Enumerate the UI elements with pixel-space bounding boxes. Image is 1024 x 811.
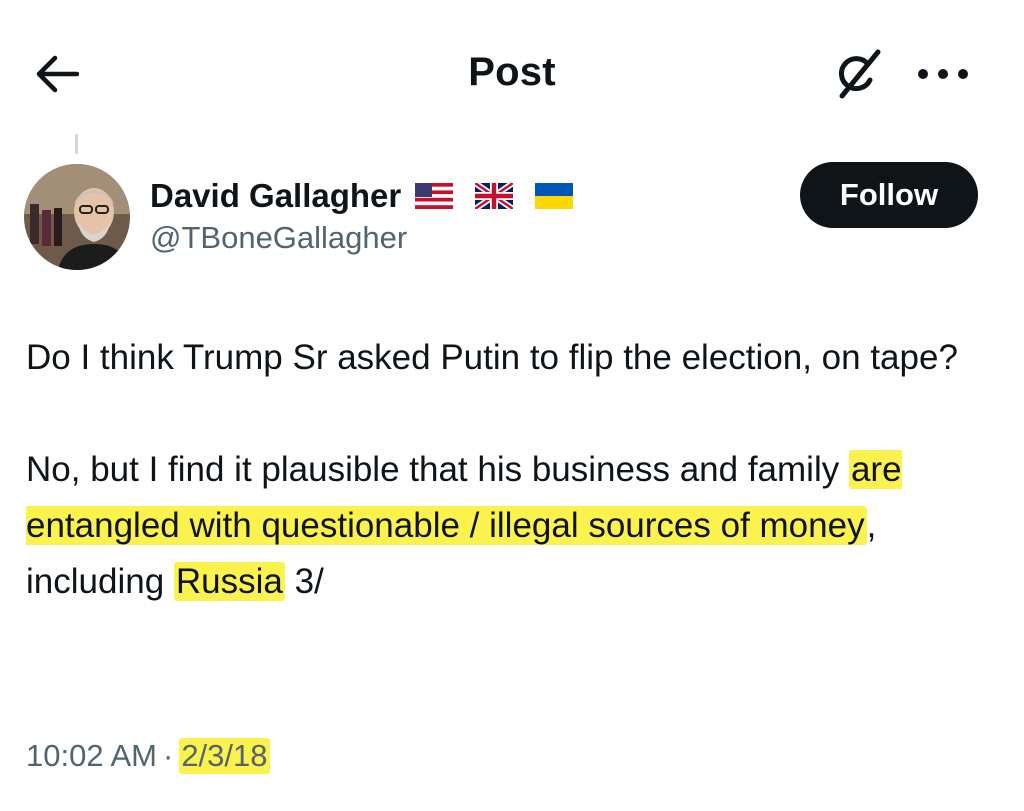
uk-flag-icon (475, 183, 514, 209)
post-body: Do I think Trump Sr asked Putin to flip … (26, 330, 1006, 610)
avatar-image (24, 164, 130, 270)
post-text-segment: 3/ (284, 562, 324, 601)
more-options-button[interactable] (908, 44, 978, 104)
us-flag-icon (415, 183, 454, 209)
post-date[interactable]: 2/3/18 (179, 738, 270, 774)
highlighted-text: Russia (173, 562, 285, 601)
post-text-segment: No, but I find it plausible that his bus… (26, 450, 849, 489)
post-metadata: 10:02 AM · 2/3/18 (26, 738, 270, 774)
top-bar: Post (0, 0, 1024, 150)
follow-button[interactable]: Follow (800, 162, 978, 228)
author-name-row: David Gallagher (150, 174, 574, 218)
thread-connector-line (75, 134, 78, 154)
meta-separator: · (162, 738, 174, 773)
ukraine-flag-icon (535, 183, 574, 209)
author-display-name[interactable]: David Gallagher (150, 177, 401, 215)
post-paragraph-2: No, but I find it plausible that his bus… (26, 442, 1006, 610)
author-handle[interactable]: @TBoneGallagher (150, 220, 407, 256)
post-paragraph-1: Do I think Trump Sr asked Putin to flip … (26, 338, 958, 377)
avatar[interactable] (24, 164, 130, 270)
flag-emojis (415, 183, 574, 209)
grok-button[interactable] (826, 42, 890, 106)
post-time: 10:02 AM (26, 738, 157, 773)
grok-icon (839, 49, 881, 99)
more-horizontal-icon (918, 69, 968, 79)
